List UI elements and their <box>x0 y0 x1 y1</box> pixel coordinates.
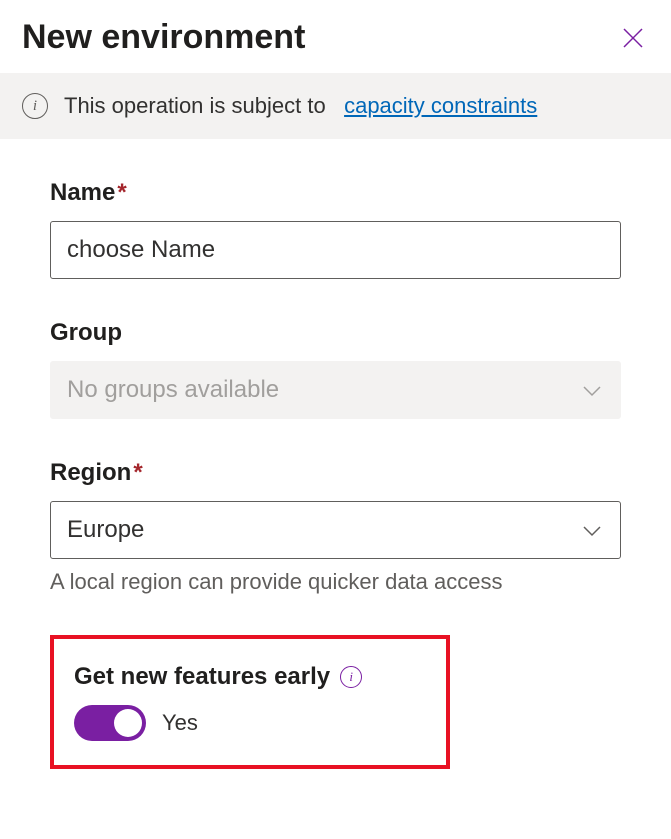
group-label: Group <box>50 319 621 347</box>
required-indicator: * <box>133 459 142 486</box>
name-field: Name* <box>50 179 621 279</box>
close-icon <box>621 26 645 50</box>
close-button[interactable] <box>617 22 649 54</box>
chevron-down-icon <box>582 516 602 544</box>
required-indicator: * <box>117 179 126 206</box>
highlight-box: Get new features early i Yes <box>50 635 450 769</box>
chevron-down-icon <box>582 376 602 404</box>
early-features-value: Yes <box>162 710 198 736</box>
region-select[interactable]: Europe <box>50 501 621 559</box>
info-icon[interactable]: i <box>340 666 362 688</box>
region-field: Region* Europe A local region can provid… <box>50 459 621 595</box>
group-placeholder: No groups available <box>67 376 279 404</box>
early-features-label: Get new features early <box>74 663 330 691</box>
name-input[interactable] <box>50 221 621 279</box>
region-value: Europe <box>67 516 144 544</box>
panel-title: New environment <box>22 18 305 57</box>
banner-text: This operation is subject to <box>64 93 326 118</box>
group-field: Group No groups available <box>50 319 621 419</box>
info-icon: i <box>22 93 48 119</box>
region-helper-text: A local region can provide quicker data … <box>50 569 621 595</box>
region-label: Region* <box>50 459 621 487</box>
group-select: No groups available <box>50 361 621 419</box>
capacity-constraints-link[interactable]: capacity constraints <box>344 93 537 118</box>
info-banner: i This operation is subject to capacity … <box>0 73 671 139</box>
toggle-thumb <box>114 709 142 737</box>
name-label: Name* <box>50 179 621 207</box>
early-features-toggle[interactable] <box>74 705 146 741</box>
